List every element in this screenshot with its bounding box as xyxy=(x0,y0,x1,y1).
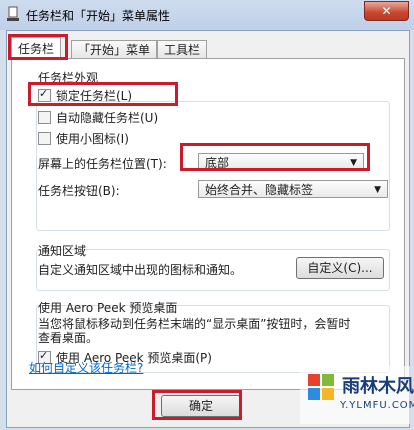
watermark-main: 雨林木风 xyxy=(342,376,414,397)
aero-group-title: 使用 Aero Peek 预览桌面 xyxy=(38,301,178,315)
tab-toolbars[interactable]: 工具栏 xyxy=(157,40,208,59)
lock-taskbar-checkbox[interactable] xyxy=(38,87,51,102)
watermark-sub: Y.YLMFU.COM xyxy=(340,400,414,411)
small-icons-checkbox[interactable] xyxy=(38,131,51,145)
customize-button[interactable]: 自定义(C)... xyxy=(296,257,384,279)
small-icons-label: 使用小图标(I) xyxy=(56,131,129,146)
buttons-label: 任务栏按钮(B): xyxy=(38,184,120,198)
tab-panel-taskbar: 任务栏外观 锁定任务栏(L) 自动隐藏任务栏(U) 使用小图标(I) 屏幕上的任… xyxy=(11,58,405,390)
appearance-group-title: 任务栏外观 xyxy=(38,69,103,86)
location-select[interactable]: 底部 ▼ xyxy=(198,153,364,171)
window-title: 任务栏和「开始」菜单属性 xyxy=(26,9,171,23)
notification-group-title: 通知区域 xyxy=(38,244,87,258)
location-label: 屏幕上的任务栏位置(T): xyxy=(38,157,167,171)
watermark: 雨林木风 Y.YLMFU.COM xyxy=(300,366,414,424)
taskbar-app-icon xyxy=(7,6,19,21)
windows-logo-icon xyxy=(308,374,334,400)
autohide-row[interactable]: 自动隐藏任务栏(U) xyxy=(38,109,158,125)
aero-description-line2: 查看桌面。 xyxy=(38,331,99,345)
autohide-checkbox[interactable] xyxy=(38,110,51,124)
title-bar: 任务栏和「开始」菜单属性 ✕ xyxy=(0,0,414,30)
chevron-down-icon: ▼ xyxy=(374,185,381,195)
tab-taskbar[interactable]: 任务栏 xyxy=(11,37,62,60)
notification-description: 自定义通知区域中出现的图标和通知。 xyxy=(38,263,243,277)
location-value: 底部 xyxy=(205,156,230,170)
lock-taskbar-label: 锁定任务栏(L) xyxy=(56,88,133,103)
lock-taskbar-row[interactable]: 锁定任务栏(L) xyxy=(38,87,132,103)
ok-button[interactable]: 确定 xyxy=(161,395,241,417)
small-icons-row[interactable]: 使用小图标(I) xyxy=(38,130,129,146)
chevron-down-icon: ▼ xyxy=(350,158,357,168)
close-button[interactable]: ✕ xyxy=(364,1,409,21)
tab-start-menu[interactable]: 「开始」菜单 xyxy=(71,40,158,59)
help-link[interactable]: 如何自定义该任务栏? xyxy=(29,359,143,376)
buttons-select[interactable]: 始终合并、隐藏标签 ▼ xyxy=(198,180,388,198)
autohide-label: 自动隐藏任务栏(U) xyxy=(56,110,159,125)
buttons-value: 始终合并、隐藏标签 xyxy=(205,183,314,197)
